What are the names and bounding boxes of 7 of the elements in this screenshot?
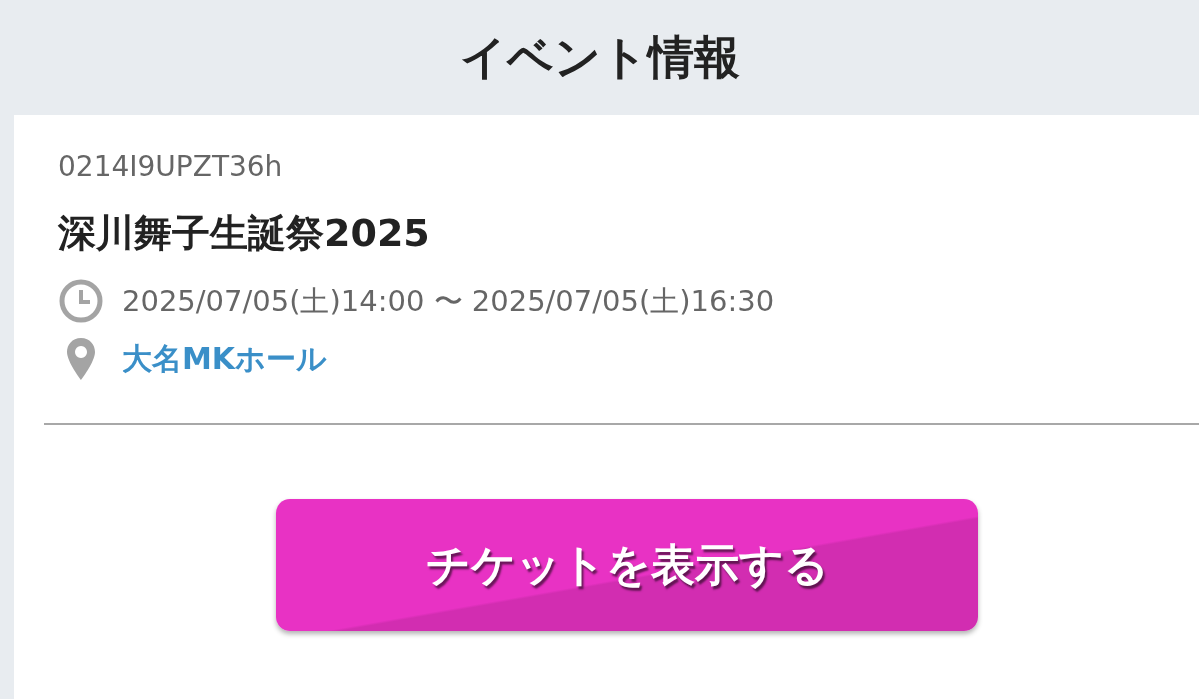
- show-ticket-button[interactable]: チケットを表示する: [276, 499, 978, 631]
- clock-icon: [58, 278, 104, 324]
- event-code: 0214I9UPZT36h: [58, 149, 284, 185]
- page-title: イベント情報: [459, 28, 740, 86]
- venue-link[interactable]: 大名MKホール: [122, 329, 328, 389]
- event-name: 深川舞子生誕祭2025: [58, 210, 431, 257]
- event-datetime: 2025/07/05(土)14:00 〜 2025/07/05(土)16:30: [122, 283, 775, 320]
